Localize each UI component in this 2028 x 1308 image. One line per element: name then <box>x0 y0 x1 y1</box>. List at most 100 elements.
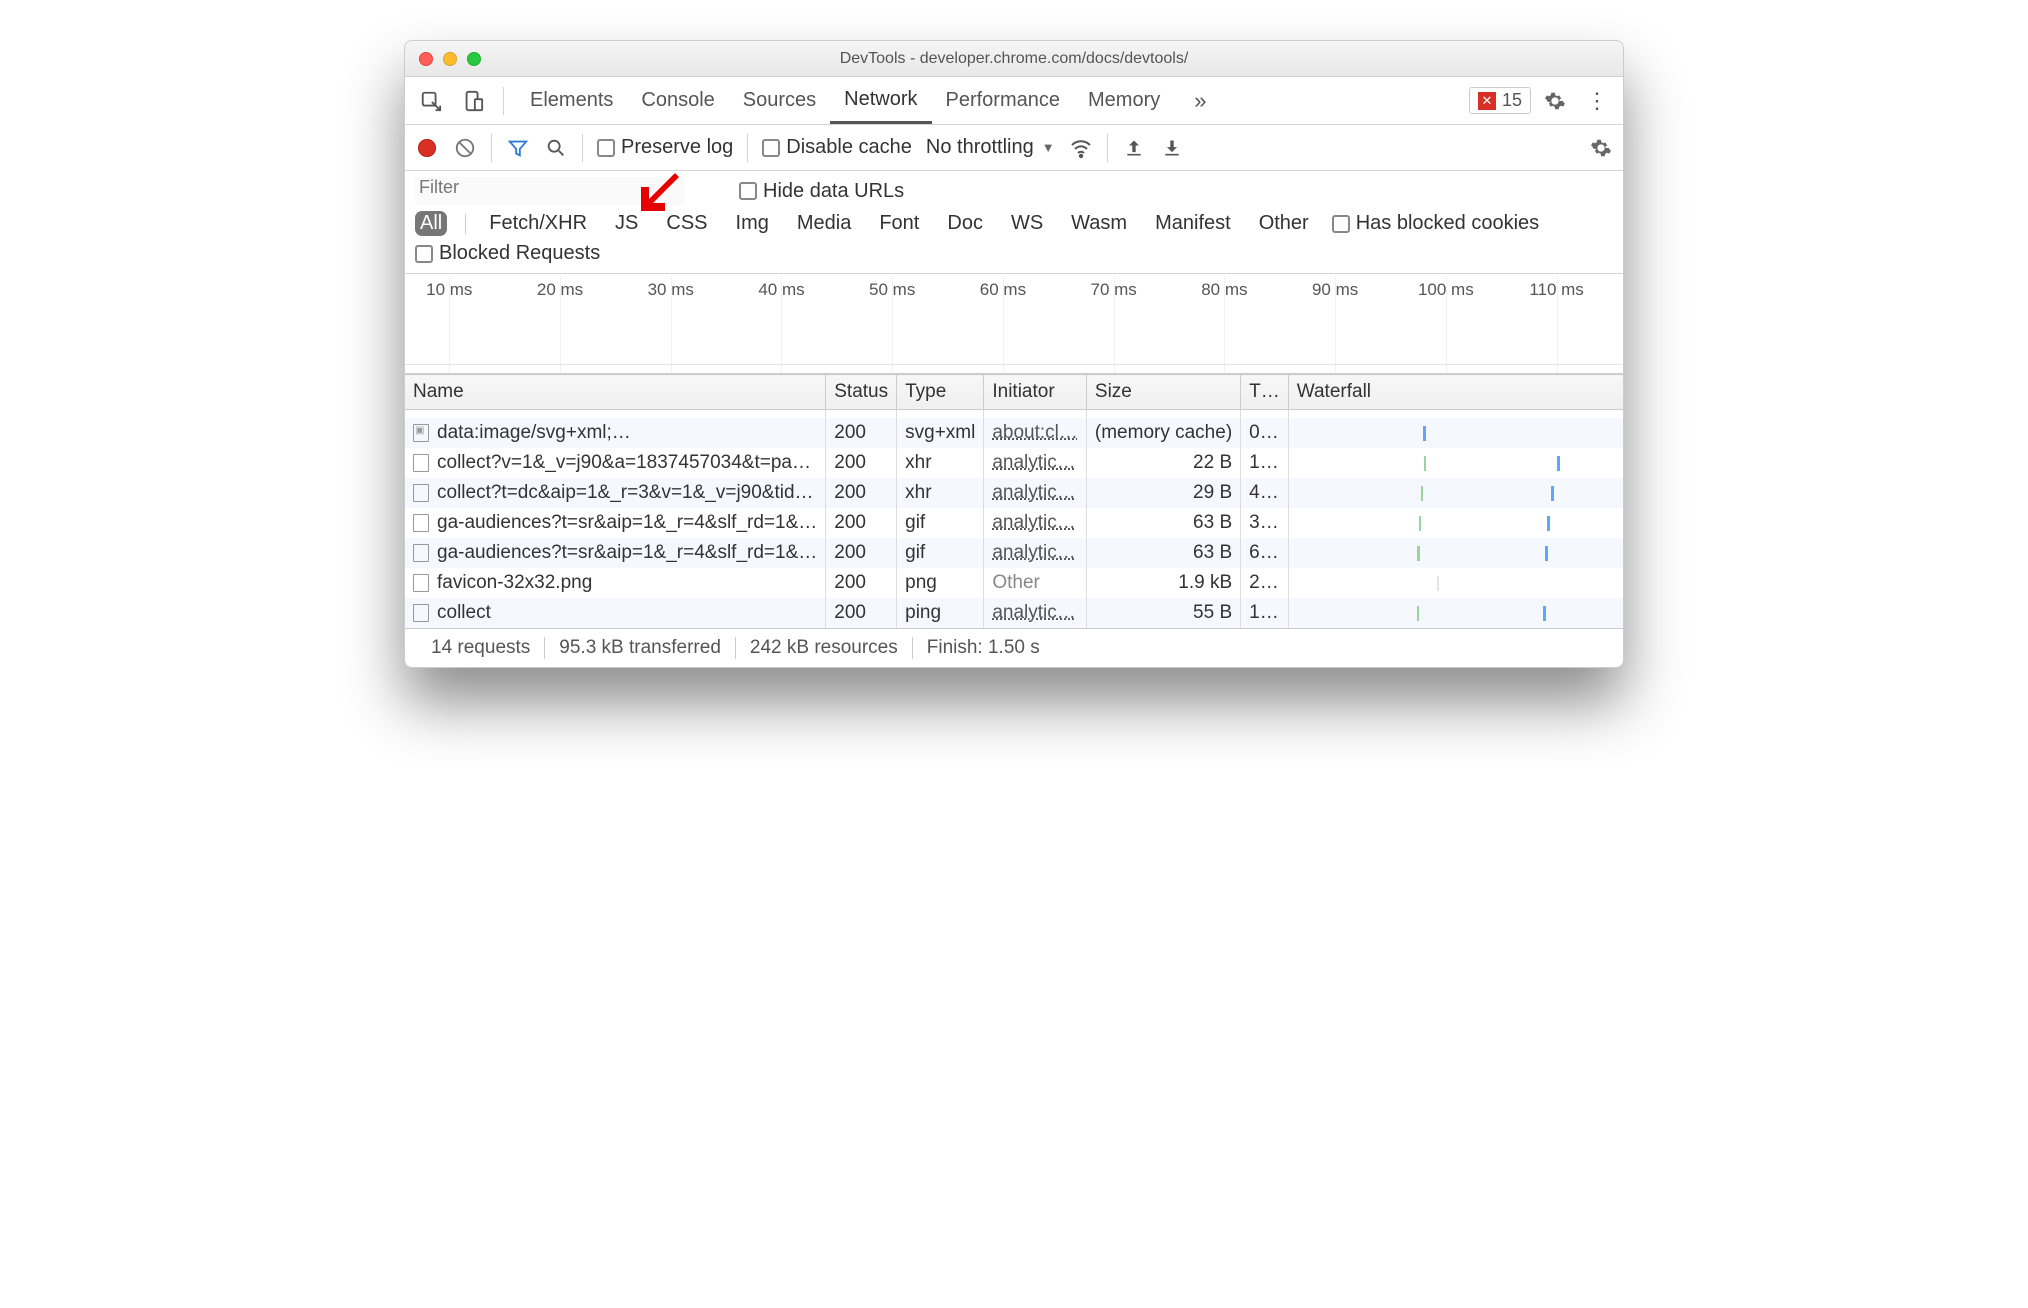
initiator-link[interactable]: analytic… <box>992 512 1075 533</box>
search-icon[interactable] <box>544 136 568 160</box>
upload-har-icon[interactable] <box>1122 136 1146 160</box>
tab-elements[interactable]: Elements <box>516 77 627 124</box>
waterfall-bar <box>1297 574 1624 592</box>
tab-performance[interactable]: Performance <box>932 77 1075 124</box>
status-cell: 200 <box>826 538 897 568</box>
disable-cache-checkbox[interactable]: Disable cache <box>762 136 912 159</box>
download-har-icon[interactable] <box>1160 136 1184 160</box>
waterfall-bar <box>1297 454 1624 472</box>
col-waterfall[interactable]: Waterfall▲ <box>1288 375 1624 410</box>
requests-table: Name Status Type Initiator Size T… Water… <box>405 374 1624 628</box>
time-cell: 0… <box>1241 418 1289 448</box>
tabs-overflow-button[interactable]: » <box>1180 77 1220 124</box>
filter-type-ws[interactable]: WS <box>1006 211 1048 236</box>
size-cell: 1.9 kB <box>1086 568 1240 598</box>
hide-data-urls-label: Hide data URLs <box>763 180 904 203</box>
col-name[interactable]: Name <box>405 375 826 410</box>
overview-timeline[interactable]: 10 ms20 ms30 ms40 ms50 ms60 ms70 ms80 ms… <box>405 274 1623 374</box>
resource-type-filters: AllFetch/XHRJSCSSImgMediaFontDocWSWasmMa… <box>415 211 1613 236</box>
col-time[interactable]: T… <box>1241 375 1289 410</box>
finish-time: Finish: 1.50 s <box>912 637 1054 659</box>
device-toolbar-icon[interactable] <box>455 83 491 119</box>
inspect-element-icon[interactable] <box>413 83 449 119</box>
blocked-requests-checkbox[interactable]: Blocked Requests <box>415 242 600 265</box>
caret-down-icon: ▼ <box>1042 140 1055 155</box>
settings-gear-icon[interactable] <box>1537 83 1573 119</box>
ruler-label: 30 ms <box>648 280 694 300</box>
table-row[interactable]: ga-audiences?t=sr&aip=1&_r=4&slf_rd=1&…2… <box>405 538 1624 568</box>
more-options-icon[interactable]: ⋮ <box>1579 83 1615 119</box>
time-cell: 4… <box>1241 478 1289 508</box>
table-row[interactable]: favicon-32x32.png200pngOther1.9 kB2… <box>405 568 1624 598</box>
ruler-label: 20 ms <box>537 280 583 300</box>
ruler-label: 90 ms <box>1312 280 1358 300</box>
table-row[interactable]: collect?v=1&_v=j90&a=1837457034&t=pa… 200… <box>405 448 1624 478</box>
record-button[interactable] <box>415 136 439 160</box>
initiator-link[interactable]: analytic… <box>992 482 1075 503</box>
filter-type-img[interactable]: Img <box>731 211 774 236</box>
col-initiator[interactable]: Initiator <box>984 375 1087 410</box>
preserve-log-checkbox[interactable]: Preserve log <box>597 136 733 159</box>
filter-type-font[interactable]: Font <box>874 211 924 236</box>
time-cell: 2… <box>1241 568 1289 598</box>
error-count-badge[interactable]: ✕ 15 <box>1469 87 1531 114</box>
filter-type-doc[interactable]: Doc <box>942 211 988 236</box>
ruler-label: 60 ms <box>980 280 1026 300</box>
file-type-icon <box>413 454 429 472</box>
devtools-window: DevTools - developer.chrome.com/docs/dev… <box>404 40 1624 668</box>
request-name: ga-audiences?t=sr&aip=1&_r=4&slf_rd=1&… <box>437 512 817 534</box>
requests-count: 14 requests <box>417 637 544 659</box>
filter-type-other[interactable]: Other <box>1254 211 1314 236</box>
table-row[interactable]: data:image/svg+xml;…200svg+xmlabout:cl…(… <box>405 418 1624 448</box>
tab-network[interactable]: Network <box>830 77 931 124</box>
hide-data-urls-checkbox[interactable]: Hide data URLs <box>739 180 904 203</box>
filter-type-fetchxhr[interactable]: Fetch/XHR <box>484 211 592 236</box>
initiator-link[interactable]: analytic… <box>992 542 1075 563</box>
status-cell: 200 <box>826 448 897 478</box>
window-title: DevTools - developer.chrome.com/docs/dev… <box>405 50 1623 68</box>
col-type[interactable]: Type <box>897 375 984 410</box>
file-type-icon <box>413 574 429 592</box>
waterfall-bar <box>1297 514 1624 532</box>
blocked-requests-label: Blocked Requests <box>439 242 600 265</box>
type-cell: xhr <box>897 478 984 508</box>
filter-type-manifest[interactable]: Manifest <box>1150 211 1236 236</box>
throttling-value: No throttling <box>926 136 1034 159</box>
divider <box>491 134 492 162</box>
col-status[interactable]: Status <box>826 375 897 410</box>
tab-sources[interactable]: Sources <box>729 77 830 124</box>
waterfall-bar <box>1297 544 1624 562</box>
transferred-size: 95.3 kB transferred <box>544 637 735 659</box>
divider <box>582 134 583 162</box>
request-name: collect?v=1&_v=j90&a=1837457034&t=pa… <box>437 452 811 474</box>
type-cell: ping <box>897 598 984 628</box>
table-row[interactable]: collect?t=dc&aip=1&_r=3&v=1&_v=j90&tid…2… <box>405 478 1624 508</box>
table-row[interactable]: ga-audiences?t=sr&aip=1&_r=4&slf_rd=1&…2… <box>405 508 1624 538</box>
status-cell: 200 <box>826 598 897 628</box>
annotation-arrow-icon <box>635 167 685 223</box>
clear-button[interactable] <box>453 136 477 160</box>
has-blocked-cookies-checkbox[interactable]: Has blocked cookies <box>1332 212 1539 235</box>
network-conditions-icon[interactable] <box>1069 136 1093 160</box>
initiator-link[interactable]: analytic… <box>992 602 1075 623</box>
table-row[interactable]: collect200pinganalytic…55 B1… <box>405 598 1624 628</box>
network-toolbar: Preserve log Disable cache No throttling… <box>405 125 1623 171</box>
network-settings-gear-icon[interactable] <box>1589 136 1613 160</box>
status-cell: 200 <box>826 568 897 598</box>
throttling-select[interactable]: No throttling ▼ <box>926 136 1055 159</box>
tab-memory[interactable]: Memory <box>1074 77 1174 124</box>
time-cell: 1… <box>1241 448 1289 478</box>
initiator-link[interactable]: analytic… <box>992 452 1075 473</box>
tab-console[interactable]: Console <box>627 77 728 124</box>
size-cell: 22 B <box>1086 448 1240 478</box>
filter-type-all[interactable]: All <box>415 211 447 236</box>
filter-type-wasm[interactable]: Wasm <box>1066 211 1132 236</box>
time-cell: 1… <box>1241 598 1289 628</box>
initiator-link[interactable]: about:cl… <box>992 422 1078 443</box>
file-type-icon <box>413 424 429 442</box>
col-size[interactable]: Size <box>1086 375 1240 410</box>
table-row[interactable] <box>405 410 1624 419</box>
filter-type-media[interactable]: Media <box>792 211 856 236</box>
status-cell: 200 <box>826 478 897 508</box>
filter-icon[interactable] <box>506 136 530 160</box>
